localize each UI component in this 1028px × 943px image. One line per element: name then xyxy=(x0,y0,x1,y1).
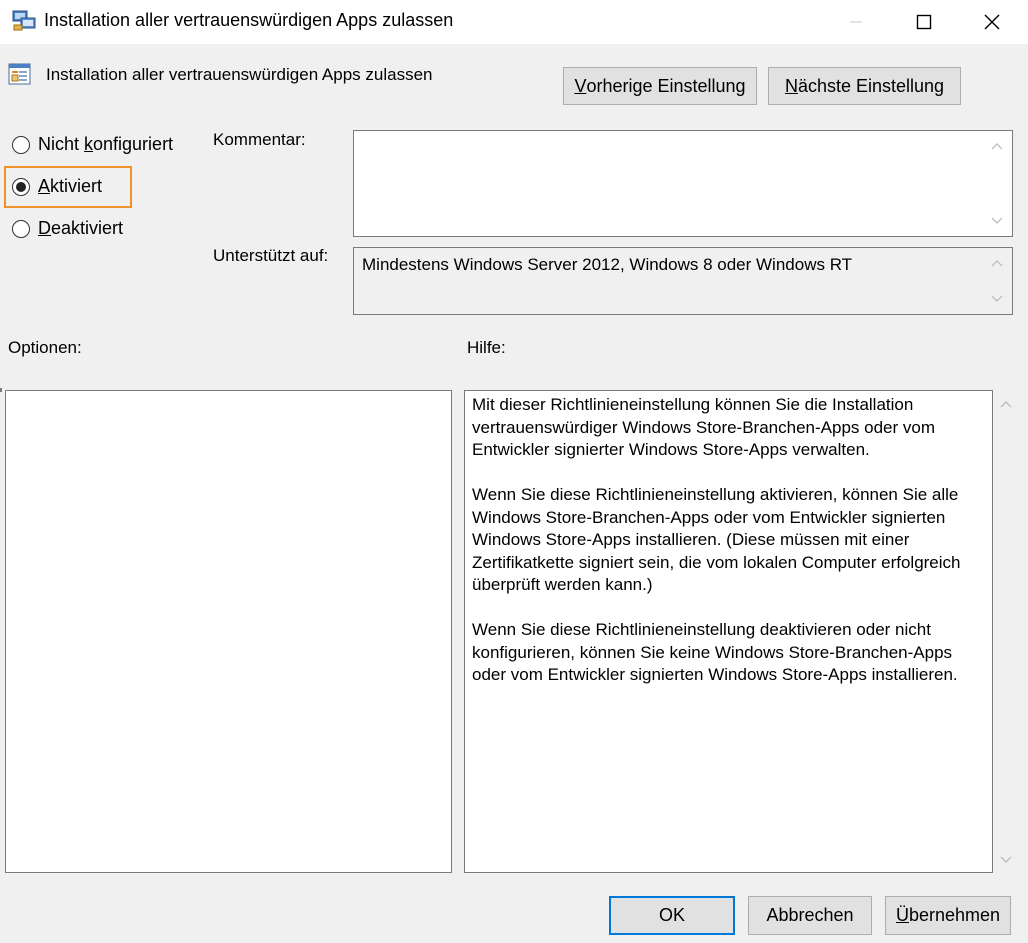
help-scroll-up-icon[interactable] xyxy=(996,394,1016,414)
help-paragraph: Mit dieser Richtlinieneinstellung können… xyxy=(472,395,935,459)
policy-window-icon xyxy=(12,10,36,32)
scroll-down-icon[interactable] xyxy=(987,211,1007,231)
selection-highlight-frame xyxy=(4,166,132,208)
setting-title: Installation aller vertrauenswürdigen Ap… xyxy=(46,65,433,84)
help-text: Mit dieser Richtlinieneinstellung können… xyxy=(472,394,990,709)
close-icon xyxy=(984,14,1000,30)
comment-label: Kommentar: xyxy=(213,130,306,149)
radio-label: Deaktiviert xyxy=(38,218,124,238)
help-paragraph: Wenn Sie diese Richtlinieneinstellung de… xyxy=(472,620,958,684)
scroll-up-icon[interactable] xyxy=(987,136,1007,156)
previous-setting-button[interactable]: Vorherige Einstellung xyxy=(563,67,757,105)
minimize-button[interactable] xyxy=(822,0,890,44)
radio-label: Nicht konfiguriert xyxy=(38,134,174,154)
options-label: Optionen: xyxy=(8,338,82,357)
help-scroll-down-icon[interactable] xyxy=(996,850,1016,870)
apply-accel: Ü xyxy=(895,905,909,925)
options-panel xyxy=(5,390,452,873)
supported-on-label: Unterstützt auf: xyxy=(213,246,329,265)
ok-button[interactable]: OK xyxy=(609,896,735,935)
minimize-icon xyxy=(850,21,862,23)
supported-on-value: Mindestens Windows Server 2012, Windows … xyxy=(362,255,853,274)
help-paragraph: Wenn Sie diese Richtlinieneinstellung ak… xyxy=(472,485,961,594)
radio-circle[interactable] xyxy=(12,219,30,238)
radio-circle[interactable] xyxy=(12,135,30,154)
maximize-button[interactable] xyxy=(890,0,958,44)
panel-edge-mark xyxy=(0,388,2,392)
policy-setting-icon xyxy=(8,62,32,86)
scroll-up-icon[interactable] xyxy=(987,253,1007,273)
radio-not-configured[interactable]: Nicht konfiguriert xyxy=(12,134,173,155)
apply-button[interactable]: Übernehmen xyxy=(885,896,1011,935)
previous-setting-label-rest: orherige Einstellung xyxy=(586,75,746,96)
scroll-down-icon[interactable] xyxy=(987,289,1007,309)
close-button[interactable] xyxy=(958,0,1026,44)
previous-setting-accel: V xyxy=(574,75,587,96)
next-setting-button[interactable]: Nächste Einstellung xyxy=(768,67,961,105)
comment-textarea[interactable] xyxy=(353,130,1013,237)
maximize-icon xyxy=(916,14,932,30)
window-title: Installation aller vertrauenswürdigen Ap… xyxy=(44,10,454,30)
next-setting-label-rest: ächste Einstellung xyxy=(797,75,945,96)
apply-label-rest: bernehmen xyxy=(908,905,1001,925)
help-label: Hilfe: xyxy=(467,338,506,357)
next-setting-accel: N xyxy=(784,75,798,96)
radio-disabled[interactable]: Deaktiviert xyxy=(12,218,123,239)
cancel-button[interactable]: Abbrechen xyxy=(748,896,872,935)
